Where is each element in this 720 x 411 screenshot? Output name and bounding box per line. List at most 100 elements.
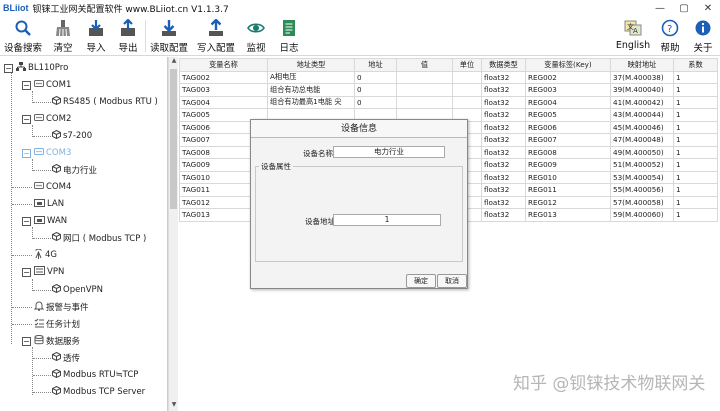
table-cell[interactable]: float32: [481, 83, 526, 97]
table-cell[interactable]: TAG002: [179, 70, 268, 84]
table-cell[interactable]: float32: [481, 145, 526, 159]
table-cell[interactable]: REG007: [525, 133, 611, 147]
table-cell[interactable]: 47(M.400048): [610, 133, 674, 147]
table-cell[interactable]: 0: [354, 70, 397, 84]
table-cell[interactable]: 1: [673, 133, 718, 147]
table-cell[interactable]: [396, 83, 453, 97]
column-header[interactable]: 系数: [673, 58, 718, 72]
table-cell[interactable]: 43(M.400044): [610, 108, 674, 122]
column-header[interactable]: 数据类型: [481, 58, 526, 72]
table-cell[interactable]: 1: [673, 120, 718, 134]
device-address-field[interactable]: 1: [333, 214, 441, 226]
table-cell[interactable]: 1: [673, 158, 718, 172]
column-header[interactable]: 变量名称: [179, 58, 268, 72]
table-cell[interactable]: REG006: [525, 120, 611, 134]
table-cell[interactable]: [452, 83, 482, 97]
table-cell[interactable]: TAG003: [179, 83, 268, 97]
column-header[interactable]: 地址类型: [267, 58, 355, 72]
tree-item-com1[interactable]: − COM1: [22, 77, 71, 93]
tree-item-lan[interactable]: LAN: [34, 196, 64, 212]
table-cell[interactable]: 45(M.400046): [610, 120, 674, 134]
export-button[interactable]: 导出: [114, 16, 142, 56]
collapse-toggle[interactable]: −: [22, 216, 31, 226]
column-header[interactable]: 映射地址: [610, 58, 674, 72]
table-cell[interactable]: REG009: [525, 158, 611, 172]
tree-item-s7-200[interactable]: s7-200: [52, 128, 92, 144]
tree-item-task[interactable]: 任务计划: [34, 316, 80, 332]
table-cell[interactable]: 1: [673, 170, 718, 184]
english-button[interactable]: 文A English: [614, 16, 652, 56]
help-button[interactable]: ? 帮助: [656, 16, 684, 56]
ok-button[interactable]: 确定: [406, 274, 436, 288]
table-cell[interactable]: REG011: [525, 183, 611, 197]
table-cell[interactable]: 59(M.400060): [610, 208, 674, 222]
table-cell[interactable]: 53(M.400054): [610, 170, 674, 184]
tree-root[interactable]: − BL110Pro: [4, 60, 68, 76]
table-cell[interactable]: 0: [354, 83, 397, 97]
collapse-toggle[interactable]: −: [22, 80, 31, 90]
monitor-button[interactable]: 监视: [242, 16, 270, 56]
table-cell[interactable]: 51(M.400052): [610, 158, 674, 172]
device-search-button[interactable]: 设备搜索: [2, 16, 44, 56]
table-cell[interactable]: float32: [481, 208, 526, 222]
tree-item-rs485[interactable]: RS485 ( Modbus RTU ): [52, 94, 158, 110]
table-cell[interactable]: 1: [673, 208, 718, 222]
table-cell[interactable]: float32: [481, 195, 526, 209]
table-cell[interactable]: 1: [673, 145, 718, 159]
table-cell[interactable]: float32: [481, 70, 526, 84]
import-button[interactable]: 导入: [82, 16, 110, 56]
tree-item-vpn[interactable]: − VPN: [22, 264, 64, 280]
table-cell[interactable]: 37(M.400038): [610, 70, 674, 84]
tree-item-openvpn[interactable]: OpenVPN: [52, 282, 103, 298]
table-cell[interactable]: A相电压: [267, 70, 355, 84]
table-cell[interactable]: 41(M.400042): [610, 95, 674, 109]
table-cell[interactable]: float32: [481, 170, 526, 184]
table-cell[interactable]: 1: [673, 95, 718, 109]
collapse-toggle[interactable]: −: [4, 63, 13, 73]
table-cell[interactable]: [452, 95, 482, 109]
table-cell[interactable]: REG005: [525, 108, 611, 122]
scrollbar-thumb[interactable]: [170, 69, 177, 209]
log-button[interactable]: 日志: [274, 16, 304, 56]
table-cell[interactable]: 1: [673, 70, 718, 84]
collapse-toggle[interactable]: −: [22, 336, 31, 346]
scroll-up-icon[interactable]: ▲: [169, 57, 179, 67]
tree-item-com2[interactable]: − COM2: [22, 111, 71, 127]
table-cell[interactable]: float32: [481, 133, 526, 147]
scroll-down-icon[interactable]: ▼: [169, 401, 179, 411]
about-button[interactable]: 关于: [688, 16, 718, 56]
table-cell[interactable]: float32: [481, 158, 526, 172]
table-cell[interactable]: 1: [673, 108, 718, 122]
tree-item-alarm[interactable]: 报警与事件: [33, 299, 89, 315]
close-button[interactable]: ✕: [696, 0, 720, 16]
table-cell[interactable]: 55(M.400056): [610, 183, 674, 197]
table-cell[interactable]: float32: [481, 120, 526, 134]
column-header[interactable]: 单位: [452, 58, 482, 72]
table-cell[interactable]: REG012: [525, 195, 611, 209]
tree-item-rtu-tcp[interactable]: Modbus RTU≒TCP: [52, 367, 138, 383]
table-cell[interactable]: 组合有功总电能: [267, 83, 355, 97]
tree-item-power-industry[interactable]: 电力行业: [52, 162, 97, 178]
table-row[interactable]: TAG002 A相电压 0 float32 REG002 37(M.400038) 1: [179, 70, 718, 84]
column-header[interactable]: 值: [396, 58, 453, 72]
tree-item-com4[interactable]: COM4: [34, 179, 71, 195]
cancel-button[interactable]: 取消: [437, 274, 467, 288]
table-cell[interactable]: 57(M.400058): [610, 195, 674, 209]
minimize-button[interactable]: —: [648, 0, 672, 16]
table-cell[interactable]: [396, 70, 453, 84]
column-header[interactable]: 地址: [354, 58, 397, 72]
table-cell[interactable]: 39(M.400040): [610, 83, 674, 97]
table-cell[interactable]: float32: [481, 108, 526, 122]
table-cell[interactable]: 组合有功最高1电能 尖: [267, 95, 355, 109]
collapse-toggle[interactable]: −: [22, 114, 31, 124]
tree-item-com3[interactable]: − COM3: [22, 145, 71, 161]
table-cell[interactable]: 49(M.400050): [610, 145, 674, 159]
table-cell[interactable]: [396, 95, 453, 109]
device-name-field[interactable]: 电力行业: [333, 146, 445, 158]
table-cell[interactable]: float32: [481, 183, 526, 197]
tree-item-transparent[interactable]: 透传: [52, 350, 80, 366]
table-cell[interactable]: REG004: [525, 95, 611, 109]
read-config-button[interactable]: 读取配置: [148, 16, 190, 56]
tree-scrollbar[interactable]: ▲ ▼: [168, 57, 178, 411]
table-cell[interactable]: REG002: [525, 70, 611, 84]
